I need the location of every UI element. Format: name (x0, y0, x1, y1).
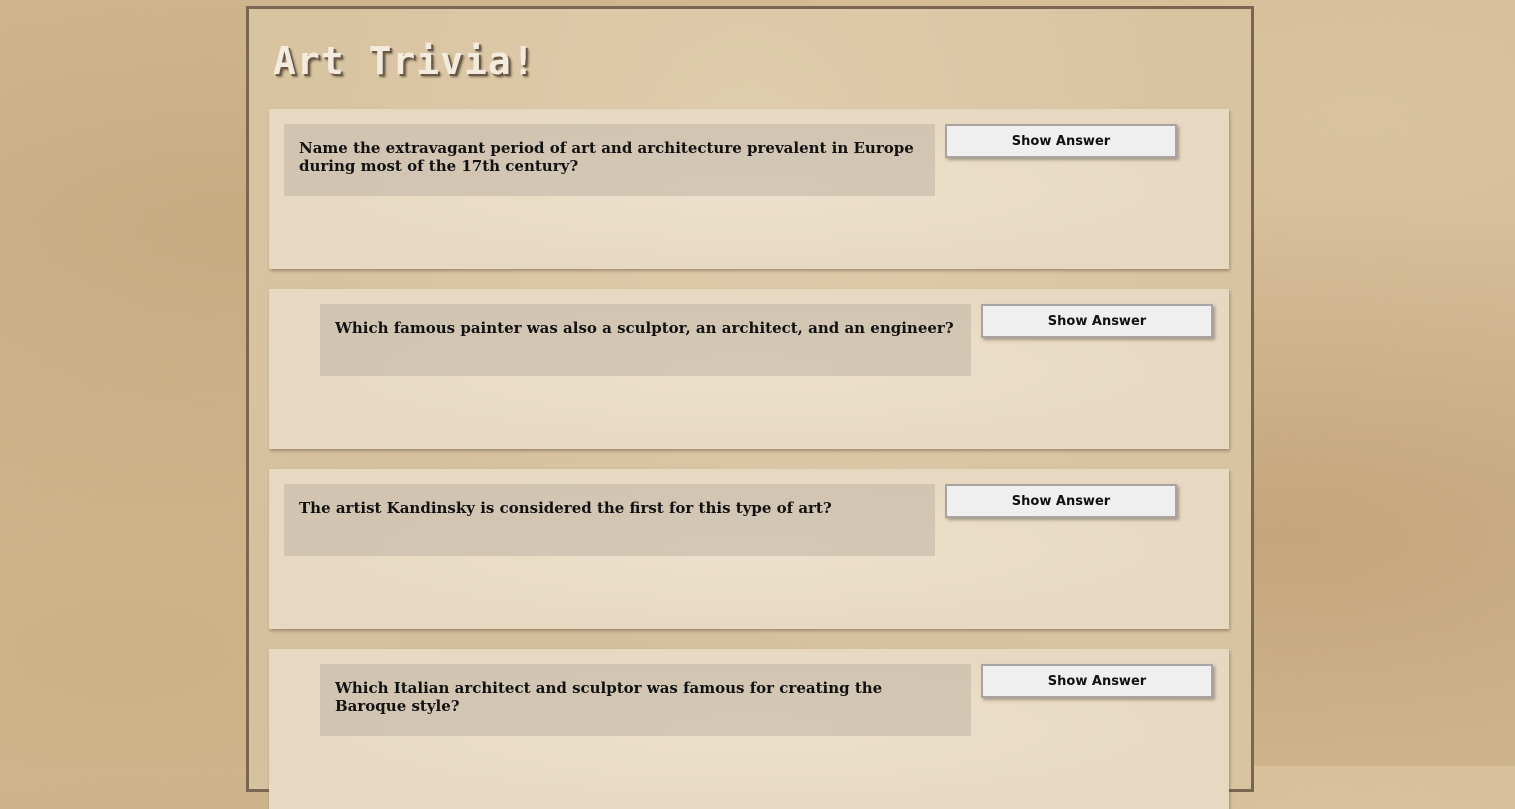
question-box: Which Italian architect and sculptor was… (320, 664, 971, 736)
show-answer-button-3[interactable]: Show Answer (945, 484, 1177, 518)
question-text: Which famous painter was also a sculptor… (335, 319, 954, 337)
question-card-1: Name the extravagant period of art and a… (269, 109, 1229, 269)
question-box: Name the extravagant period of art and a… (284, 124, 935, 196)
question-card-2: Which famous painter was also a sculptor… (269, 289, 1229, 449)
question-text: The artist Kandinsky is considered the f… (299, 499, 832, 517)
show-answer-button-4[interactable]: Show Answer (981, 664, 1213, 698)
show-answer-button-1[interactable]: Show Answer (945, 124, 1177, 158)
question-text: Name the extravagant period of art and a… (299, 139, 914, 175)
question-card-4: Which Italian architect and sculptor was… (269, 649, 1229, 809)
question-card-3: The artist Kandinsky is considered the f… (269, 469, 1229, 629)
question-box: Which famous painter was also a sculptor… (320, 304, 971, 376)
page-title: Art Trivia! (273, 39, 536, 83)
question-box: The artist Kandinsky is considered the f… (284, 484, 935, 556)
trivia-container: Art Trivia! Name the extravagant period … (246, 6, 1254, 809)
show-answer-button-2[interactable]: Show Answer (981, 304, 1213, 338)
question-text: Which Italian architect and sculptor was… (335, 679, 883, 715)
